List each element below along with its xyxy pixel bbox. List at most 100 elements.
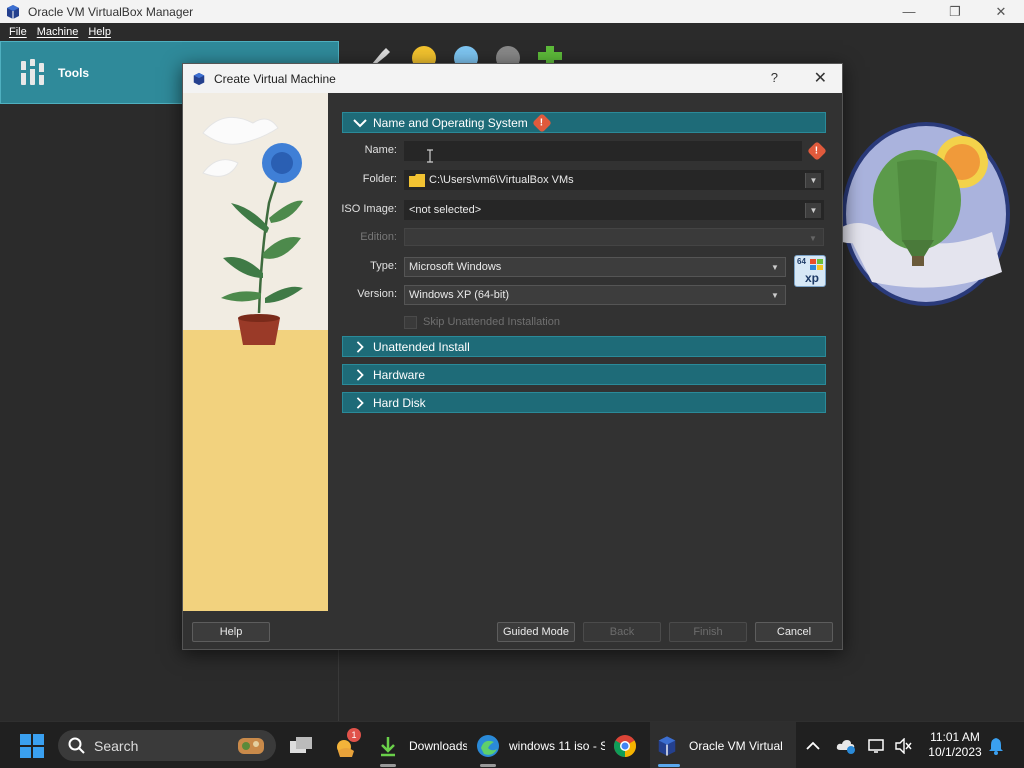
type-value: Microsoft Windows xyxy=(409,261,502,273)
download-arrow-icon xyxy=(381,736,395,756)
edition-row: Edition: ▼ xyxy=(328,228,842,248)
create-vm-dialog: Create Virtual Machine ? ✕ Name and Oper… xyxy=(182,63,843,650)
show-hidden-icons-button[interactable] xyxy=(806,722,820,768)
dialog-help-button[interactable]: ? xyxy=(771,70,778,85)
active-indicator xyxy=(380,764,396,767)
virtualbox-window-label: Oracle VM Virtual xyxy=(689,738,783,753)
folder-row: Folder: C:\Users\vm6\VirtualBox VMs ▼ xyxy=(328,170,842,190)
search-icon xyxy=(68,737,85,754)
bell-icon xyxy=(989,737,1003,755)
taskbar-downloads[interactable]: Downloads xyxy=(378,722,467,768)
iso-label: ISO Image: xyxy=(341,203,397,215)
guided-mode-button[interactable]: Guided Mode xyxy=(497,622,575,642)
preferences-icon[interactable] xyxy=(368,44,396,64)
section-hardware-label: Hardware xyxy=(373,367,426,382)
taskbar-search[interactable]: Search xyxy=(58,730,276,761)
chrome-browser-icon xyxy=(614,734,636,757)
taskbar-clock[interactable]: 11:01 AM 10/1/2023 xyxy=(920,730,990,760)
taskbar-chrome[interactable] xyxy=(613,722,637,768)
downloads-label: Downloads xyxy=(409,738,467,753)
menu-machine[interactable]: Machine xyxy=(37,26,79,38)
chevron-down-icon: ▼ xyxy=(809,234,817,243)
notifications-button[interactable] xyxy=(988,722,1004,768)
tools-label: Tools xyxy=(58,65,90,80)
import-icon[interactable] xyxy=(410,44,438,64)
section-hard-disk[interactable]: Hard Disk xyxy=(342,392,826,413)
section-unattended-label: Unattended Install xyxy=(373,339,470,354)
minimize-button[interactable]: — xyxy=(886,0,932,23)
main-toolbar xyxy=(368,44,564,64)
iso-value: <not selected> xyxy=(409,204,482,216)
search-placeholder: Search xyxy=(94,737,139,754)
edge-window-label: windows 11 iso - S xyxy=(509,738,605,753)
menubar: File Machine Help xyxy=(0,23,1024,41)
restore-button[interactable]: ❐ xyxy=(932,0,978,23)
skip-unattended-checkbox xyxy=(404,315,417,329)
start-button[interactable] xyxy=(20,722,44,768)
network-tray[interactable] xyxy=(868,722,886,768)
widgets-button[interactable]: 1 xyxy=(332,722,361,768)
finish-button: Finish xyxy=(669,622,747,642)
chevron-down-icon[interactable]: ▼ xyxy=(805,173,821,188)
os-badge-bits: 64 xyxy=(797,257,806,266)
windows-start-icon xyxy=(20,733,44,758)
skip-unattended-label: Skip Unattended Installation xyxy=(423,316,560,328)
window-title: Oracle VM VirtualBox Manager xyxy=(28,4,194,19)
chevron-down-icon[interactable]: ▼ xyxy=(805,203,821,218)
skip-unattended-row: Skip Unattended Installation xyxy=(404,314,560,330)
chevron-down-icon[interactable]: ▼ xyxy=(767,260,783,275)
help-button[interactable]: Help xyxy=(192,622,270,642)
edition-label: Edition: xyxy=(360,231,397,243)
taskbar-virtualbox[interactable]: Oracle VM Virtual xyxy=(650,722,796,768)
onedrive-cloud-icon xyxy=(836,739,855,754)
name-row: Name: ! xyxy=(328,141,842,161)
menu-file[interactable]: File xyxy=(9,26,27,38)
clock-date: 10/1/2023 xyxy=(928,745,982,759)
dialog-close-button[interactable]: ✕ xyxy=(814,68,827,88)
version-value: Windows XP (64-bit) xyxy=(409,289,510,301)
tools-icon xyxy=(21,58,44,85)
os-type-badge: 64 xp xyxy=(794,255,826,287)
welcome-balloon-illustration xyxy=(842,122,1010,306)
section-name-and-os[interactable]: Name and Operating System ! xyxy=(342,112,826,133)
virtualbox-icon xyxy=(193,72,205,85)
name-label: Name: xyxy=(364,144,397,156)
wizard-content: Name and Operating System ! Name: ! Fold… xyxy=(328,93,842,611)
type-row: Type: Microsoft Windows ▼ xyxy=(328,257,842,277)
clock-time: 11:01 AM xyxy=(930,730,980,744)
new-vm-icon[interactable] xyxy=(536,44,564,64)
cancel-button[interactable]: Cancel xyxy=(755,622,833,642)
edition-combo: ▼ xyxy=(404,228,824,246)
virtualbox-icon xyxy=(7,4,19,19)
iso-combo[interactable]: <not selected> ▼ xyxy=(404,200,824,220)
task-view-button[interactable] xyxy=(288,722,314,768)
iso-row: ISO Image: <not selected> ▼ xyxy=(328,200,842,220)
chevron-down-icon[interactable]: ▼ xyxy=(767,288,783,303)
main-titlebar: Oracle VM VirtualBox Manager — ❐ ✕ xyxy=(0,0,1024,23)
taskbar: Search 1 Downloads windows 11 iso - S Or… xyxy=(0,721,1024,768)
section-hardware[interactable]: Hardware xyxy=(342,364,826,385)
folder-combo[interactable]: C:\Users\vm6\VirtualBox VMs ▼ xyxy=(404,170,824,190)
export-icon[interactable] xyxy=(452,44,480,64)
back-button: Back xyxy=(583,622,661,642)
volume-tray[interactable] xyxy=(894,722,912,768)
notification-badge: 1 xyxy=(347,728,361,742)
os-badge-name: xp xyxy=(805,271,820,285)
search-highlight-icon xyxy=(238,738,264,754)
onedrive-tray[interactable] xyxy=(836,722,856,768)
text-cursor-icon xyxy=(427,149,433,163)
name-warning-icon: ! xyxy=(807,141,827,161)
edge-browser-icon xyxy=(477,734,499,757)
settings-gear-icon[interactable] xyxy=(494,44,522,64)
task-view-icon xyxy=(290,736,312,753)
type-combo[interactable]: Microsoft Windows ▼ xyxy=(404,257,786,277)
taskbar-edge[interactable]: windows 11 iso - S xyxy=(476,722,605,768)
chevron-right-icon xyxy=(356,396,364,409)
close-button[interactable]: ✕ xyxy=(978,0,1024,23)
version-combo[interactable]: Windows XP (64-bit) ▼ xyxy=(404,285,786,305)
active-indicator xyxy=(658,764,680,767)
section-name-and-os-label: Name and Operating System xyxy=(373,115,528,130)
name-input[interactable] xyxy=(404,141,802,161)
menu-help[interactable]: Help xyxy=(88,26,111,38)
section-unattended-install[interactable]: Unattended Install xyxy=(342,336,826,357)
